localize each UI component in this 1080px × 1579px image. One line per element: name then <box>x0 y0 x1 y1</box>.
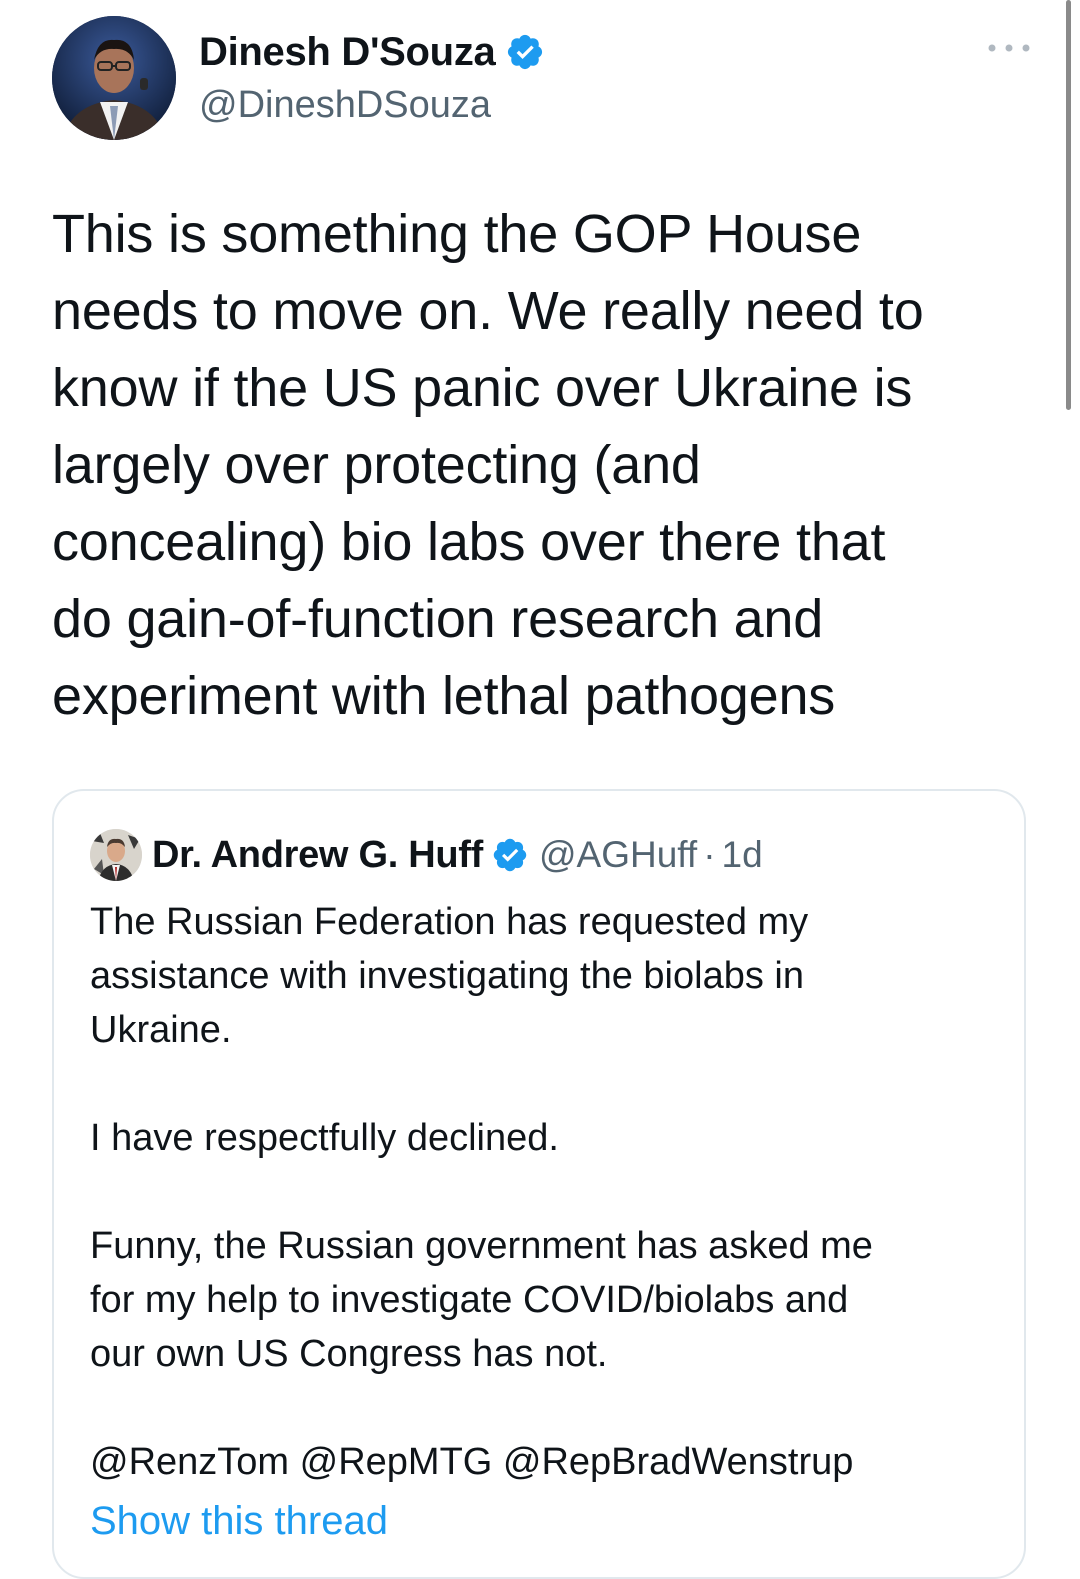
quoted-text-line: our own US Congress has not. <box>90 1333 608 1375</box>
scrollbar[interactable] <box>1066 0 1071 410</box>
quoted-tweet-header: Dr. Andrew G. Huff @AGHuff · 1d <box>90 827 763 883</box>
tweet-text-line: largely over protecting (and <box>52 435 701 495</box>
quoted-mentions[interactable]: @RenzTom @RepMTG @RepBradWenstrup <box>90 1435 990 1489</box>
quoted-author-handle[interactable]: @AGHuff <box>539 834 697 876</box>
verified-badge-icon <box>508 34 543 70</box>
tweet-text-line: concealing) bio labs over there that <box>52 512 886 572</box>
quoted-text-line: Funny, the Russian government has asked … <box>90 1225 873 1267</box>
tweet-text-line: This is something the GOP House <box>52 204 862 264</box>
more-options-icon[interactable] <box>984 38 1034 58</box>
quoted-text-line: Ukraine. <box>90 1009 232 1051</box>
author-avatar[interactable] <box>52 16 176 140</box>
quoted-author-display-name[interactable]: Dr. Andrew G. Huff <box>152 834 483 877</box>
verified-badge-icon <box>493 838 527 872</box>
tweet-header: Dinesh D'Souza @DineshDSouza <box>52 16 1032 146</box>
tweet-text-line: experiment with lethal pathogens <box>52 666 836 726</box>
quoted-text-line: The Russian Federation has requested my <box>90 901 809 943</box>
tweet-text-line: know if the US panic over Ukraine is <box>52 358 913 418</box>
quoted-text-line: I have respectfully declined. <box>90 1117 559 1159</box>
tweet-text-line: do gain-of-function research and <box>52 589 824 649</box>
separator-dot: · <box>703 834 716 875</box>
author-name-row: Dinesh D'Souza <box>199 26 545 78</box>
quoted-text-line: assistance with investigating the biolab… <box>90 955 804 997</box>
quoted-author-avatar <box>90 829 142 881</box>
author-handle[interactable]: @DineshDSouza <box>199 84 491 127</box>
quoted-text-line: for my help to investigate COVID/biolabs… <box>90 1279 849 1321</box>
quoted-tweet-body: The Russian Federation has requested my … <box>90 895 990 1489</box>
quoted-tweet-card[interactable]: Dr. Andrew G. Huff @AGHuff · 1d The Russ… <box>52 789 1026 1579</box>
quoted-tweet-timestamp[interactable]: 1d <box>722 834 763 876</box>
tweet-text: This is something the GOP House needs to… <box>52 196 1042 735</box>
show-thread-link[interactable]: Show this thread <box>90 1499 388 1544</box>
tweet-text-line: needs to move on. We really need to <box>52 281 924 341</box>
author-display-name[interactable]: Dinesh D'Souza <box>199 30 496 75</box>
